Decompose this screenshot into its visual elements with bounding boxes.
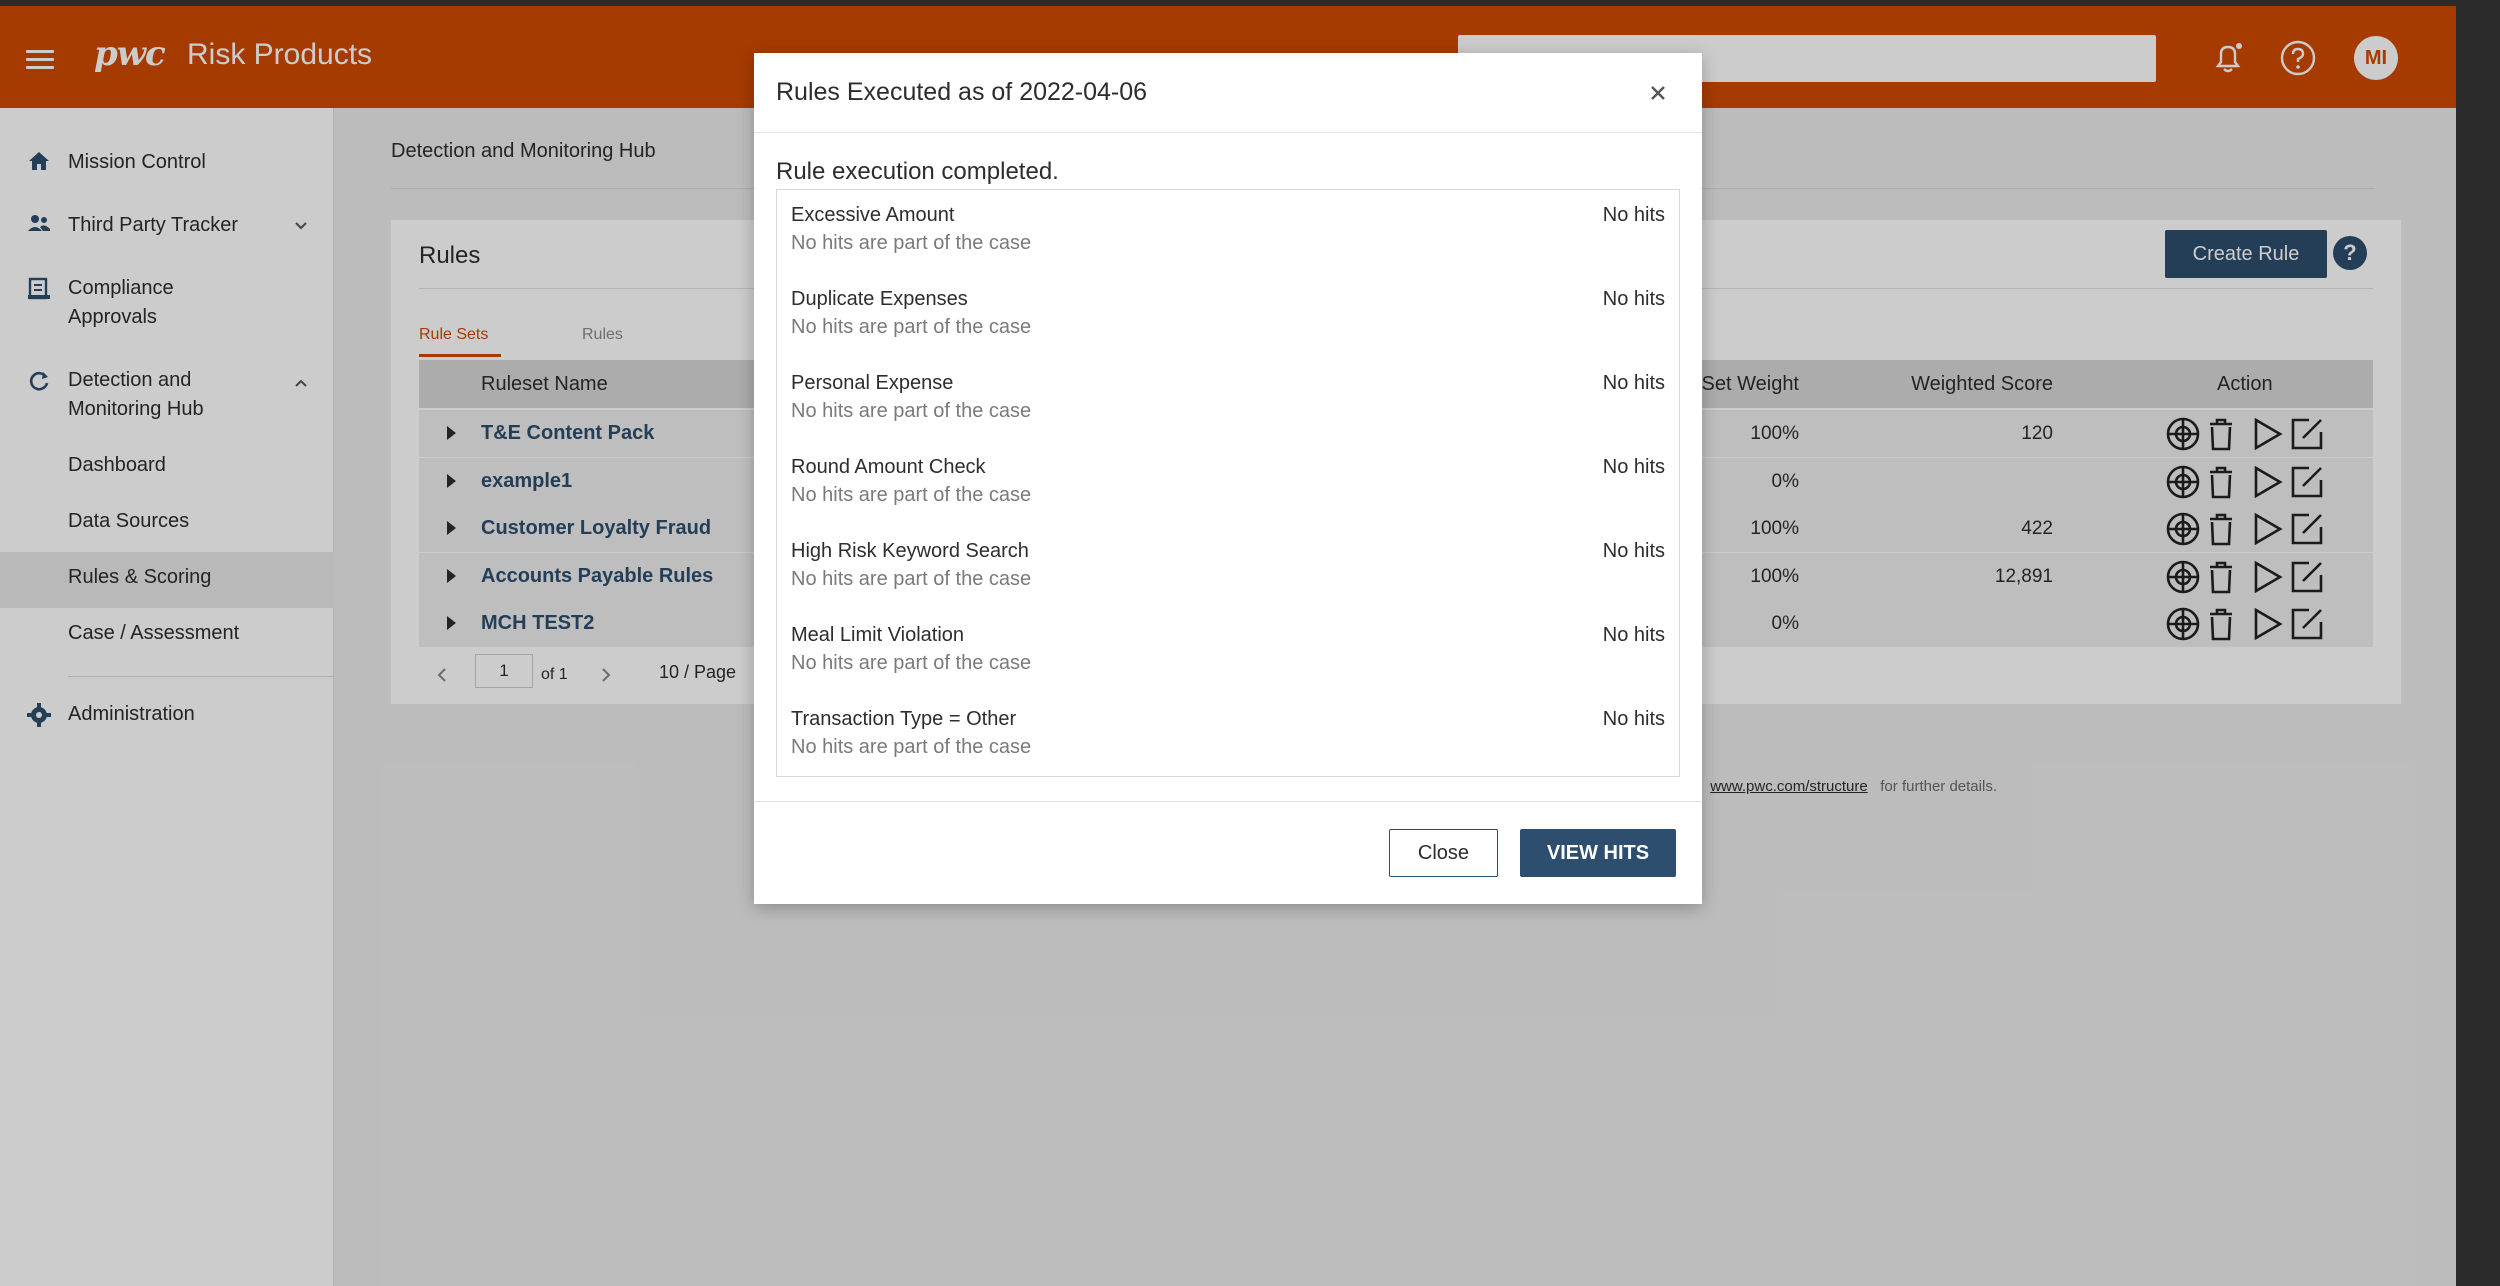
rule-result-item: High Risk Keyword Search No hits are part… <box>777 526 1679 610</box>
rule-result-item: Duplicate Expenses No hits are part of th… <box>777 274 1679 358</box>
rule-hit-count: No hits <box>1602 708 1665 730</box>
modal-title: Rules Executed as of 2022-04-06 <box>776 78 1148 106</box>
rule-result-item: Transaction Type = Other No hits are part… <box>777 694 1679 778</box>
rule-note: No hits are part of the case <box>791 232 1032 254</box>
rules-executed-modal: Rules Executed as of 2022-04-06 Rule exe… <box>754 53 1702 904</box>
close-button[interactable]: Close <box>1389 829 1498 877</box>
rule-note: No hits are part of the case <box>791 316 1032 338</box>
rule-results-list[interactable]: Excessive Amount No hits are part of the … <box>776 189 1680 777</box>
rule-result-item: Meal Limit Violation No hits are part of … <box>777 610 1679 694</box>
rule-result-item: Personal Expense No hits are part of the … <box>777 358 1679 442</box>
rule-name: High Risk Keyword Search <box>791 540 1029 562</box>
rule-hit-count: No hits <box>1602 456 1665 478</box>
view-hits-button[interactable]: VIEW HITS <box>1520 829 1676 877</box>
rule-name: Round Amount Check <box>791 456 986 478</box>
rule-hit-count: No hits <box>1602 540 1665 562</box>
rule-name: Meal Limit Violation <box>791 624 965 646</box>
rule-result-item: Excessive Amount No hits are part of the … <box>777 190 1679 274</box>
rule-hit-count: No hits <box>1602 372 1665 394</box>
rule-name: Personal Expense <box>791 372 954 394</box>
rule-note: No hits are part of the case <box>791 736 1032 758</box>
modal-footer-divider <box>754 801 1702 802</box>
modal-subtitle: Rule execution completed. <box>776 158 1059 185</box>
rule-hit-count: No hits <box>1602 204 1665 226</box>
rule-note: No hits are part of the case <box>791 568 1032 590</box>
rule-note: No hits are part of the case <box>791 652 1032 674</box>
close-icon[interactable] <box>1644 79 1672 107</box>
rule-name: Transaction Type = Other <box>791 708 1017 730</box>
app-window: pwc Risk Products y MI Mission Control T… <box>0 6 2456 1286</box>
rule-hit-count: No hits <box>1602 288 1665 310</box>
rule-result-item: Round Amount Check No hits are part of th… <box>777 442 1679 526</box>
rule-hit-count: No hits <box>1602 624 1665 646</box>
rule-name: Duplicate Expenses <box>791 288 968 310</box>
rule-name: Excessive Amount <box>791 204 955 226</box>
rule-note: No hits are part of the case <box>791 400 1032 422</box>
modal-header-divider <box>754 132 1702 133</box>
rule-note: No hits are part of the case <box>791 484 1032 506</box>
